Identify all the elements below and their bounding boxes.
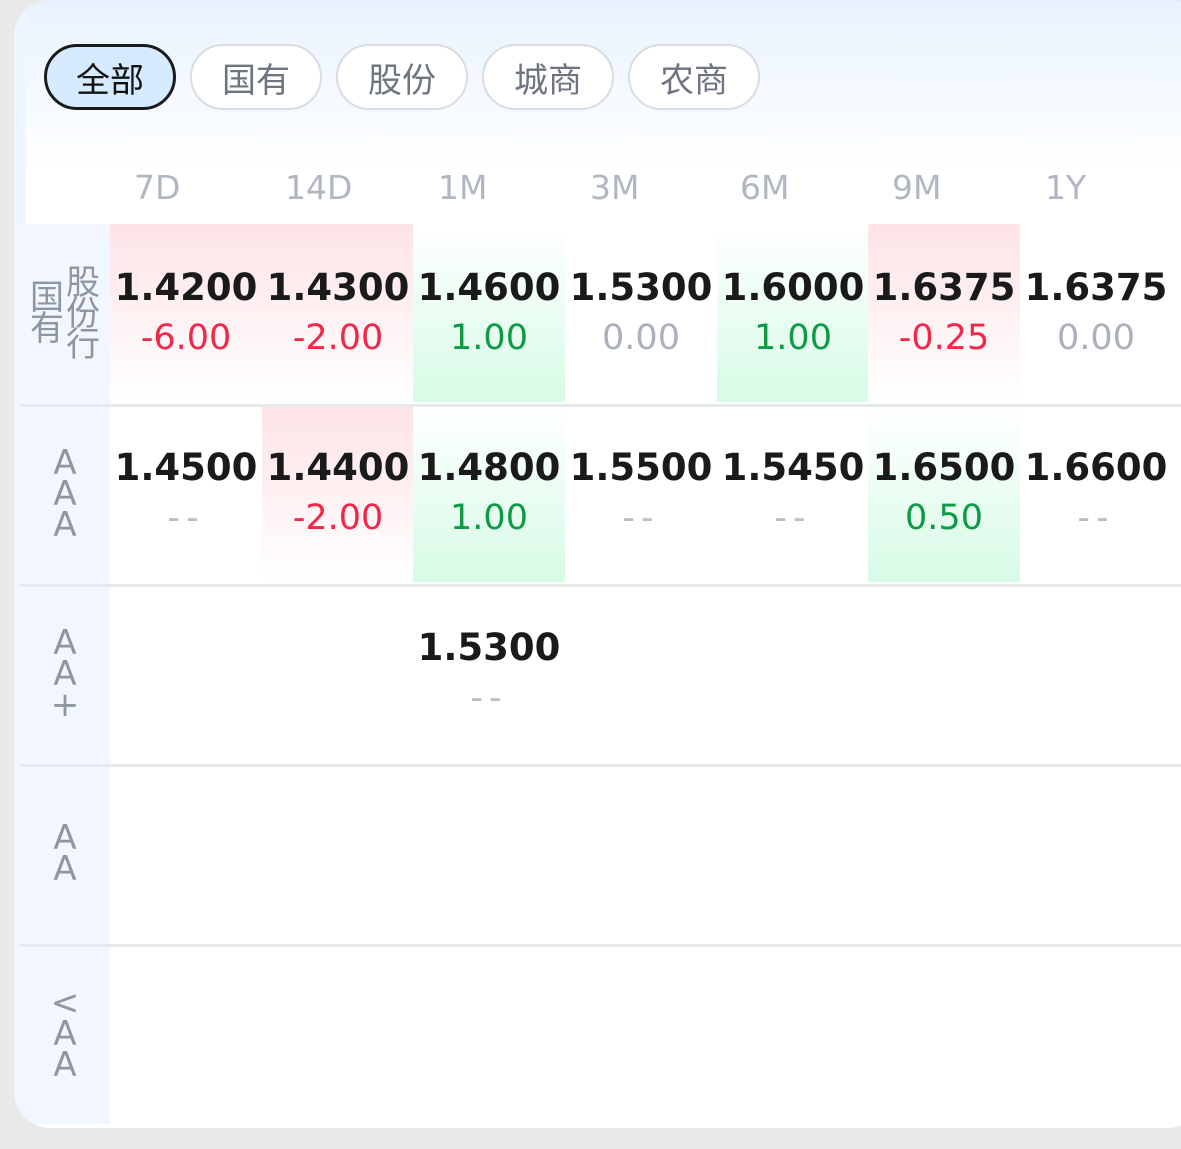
rate-cell[interactable]: 1.6375 0.00	[1020, 224, 1172, 402]
tenor-1y: 1Y	[1045, 168, 1087, 207]
rating-row: 国有股份行 1.4200 -6.00 1.4300 -2.00 1.4600 1.00 1.5…	[14, 224, 1181, 404]
row-label: AA	[20, 764, 110, 944]
rate-cell[interactable]: 1.6375 -0.25	[868, 224, 1020, 402]
filter-city-commercial[interactable]: 城商	[482, 44, 614, 110]
rate-change: -6.00	[140, 318, 232, 358]
row-label: < A A	[20, 944, 110, 1124]
rate-change: 1.00	[450, 318, 528, 358]
rate-value: 1.5300	[569, 266, 713, 309]
rate-value: 1.4800	[417, 446, 561, 489]
rate-value: 1.6375	[1024, 266, 1168, 309]
filter-rural-commercial[interactable]: 农商	[628, 44, 760, 110]
tenor-3m: 3M	[590, 168, 640, 207]
rate-change: -0.25	[898, 318, 990, 358]
rate-value: 1.4600	[417, 266, 561, 309]
rate-change: 1.00	[754, 318, 832, 358]
rate-change: 0.00	[1057, 318, 1135, 358]
rate-value: 1.6375	[872, 266, 1016, 309]
tenor-7d: 7D	[134, 168, 181, 207]
rating-row: A A A 1.4500 -- 1.4400 -2.00 1.4800 1.00 1.5500 --…	[14, 404, 1181, 584]
row-label: AAA	[20, 404, 110, 584]
rate-value: 1.6500	[872, 446, 1016, 489]
rate-change: --	[774, 498, 812, 538]
row-label: 国有股份行	[20, 224, 110, 404]
rate-change: --	[622, 498, 660, 538]
rate-change: -2.00	[292, 318, 384, 358]
rate-cell[interactable]: 1.6000 1.00	[717, 224, 869, 402]
rate-value: 1.4200	[114, 266, 258, 309]
rating-row: A A + 1.5300 --	[14, 584, 1181, 764]
row-label: A A +	[20, 584, 110, 764]
rate-cell[interactable]: 1.5500 --	[565, 404, 717, 582]
rate-cell[interactable]: 1.6500 0.50	[868, 404, 1020, 582]
rate-value: 1.6000	[721, 266, 865, 309]
rating-row: < A A	[14, 944, 1181, 1124]
rate-cell[interactable]: 1.4500 --	[110, 404, 262, 582]
rate-value: 1.5300	[417, 626, 561, 669]
rate-value: 1.4300	[266, 266, 410, 309]
rate-change: --	[470, 678, 508, 718]
rating-row: AA	[14, 764, 1181, 944]
rate-value: 1.4500	[114, 446, 258, 489]
filter-joint-stock[interactable]: 股份	[336, 44, 468, 110]
rate-change: 0.00	[602, 318, 680, 358]
tenor-6m: 6M	[740, 168, 790, 207]
rate-change: --	[167, 498, 205, 538]
rate-value: 1.5450	[721, 446, 865, 489]
rate-change: --	[1077, 498, 1115, 538]
rate-cell[interactable]: 1.5450 --	[717, 404, 869, 582]
rate-change: 1.00	[450, 498, 528, 538]
rate-cell[interactable]: 1.4200 -6.00	[110, 224, 262, 402]
tenor-14d: 14D	[285, 168, 353, 207]
rate-cell[interactable]: 1.6600 --	[1020, 404, 1172, 582]
tenor-1m: 1M	[438, 168, 488, 207]
rate-cell[interactable]: 1.4600 1.00	[413, 224, 565, 402]
rate-cell[interactable]: 1.5300 --	[413, 584, 565, 762]
rate-cell[interactable]: 1.4800 1.00	[413, 404, 565, 582]
rate-cell[interactable]: 1.5300 0.00	[565, 224, 717, 402]
rate-change: 0.50	[905, 498, 983, 538]
filter-state-owned[interactable]: 国有	[190, 44, 322, 110]
rate-value: 1.4400	[266, 446, 410, 489]
rate-value: 1.6600	[1024, 446, 1168, 489]
tenor-9m: 9M	[892, 168, 942, 207]
filter-chips: 全部 国有 股份 城商 农商	[44, 44, 760, 110]
rate-value: 1.5500	[569, 446, 713, 489]
rate-cell[interactable]: 1.4300 -2.00	[262, 224, 414, 402]
rate-change: -2.00	[292, 498, 384, 538]
rate-cell[interactable]: 1.4400 -2.00	[262, 404, 414, 582]
rate-matrix-card: 全部 国有 股份 城商 农商 7D 14D 1M 3M 6M 9M 1Y 国有股…	[14, 0, 1181, 1128]
filter-all[interactable]: 全部	[44, 44, 176, 110]
